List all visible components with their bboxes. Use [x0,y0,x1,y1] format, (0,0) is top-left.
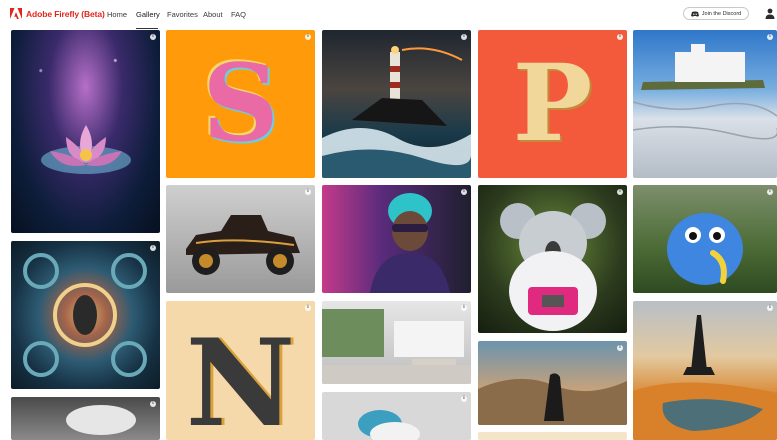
nav-favorites-link[interactable]: Favorites [167,10,198,19]
adobe-logo-icon[interactable] [10,8,22,19]
nav-gallery-link[interactable]: Gallery [136,10,160,19]
gallery-item-clouds[interactable]: i [11,397,160,440]
gallery-item-eiffel-desert[interactable]: i [633,301,777,440]
info-icon[interactable]: i [617,345,623,351]
info-icon[interactable]: i [461,396,467,402]
koala-image [500,203,606,331]
info-icon[interactable]: i [617,189,623,195]
top-navigation-bar: Adobe Firefly (Beta) Home Gallery Favori… [0,0,777,29]
info-icon[interactable]: i [150,34,156,40]
gallery-item-lotus[interactable]: i [11,30,160,233]
discord-icon [690,11,699,16]
info-icon[interactable]: i [767,189,773,195]
info-icon[interactable]: i [150,401,156,407]
nav-home-link[interactable]: Home [107,10,127,19]
info-icon[interactable]: i [150,245,156,251]
join-discord-label: Join the Discord [701,10,742,17]
figure-image [478,373,627,425]
lotus-image [41,125,131,174]
gallery-item-blue-hair-sculpture[interactable]: i [322,392,471,440]
dripping-letter-image: N [185,313,296,440]
creature-image [667,213,743,285]
user-account-icon[interactable] [765,8,775,19]
gallery-item-partial[interactable] [478,432,627,440]
gallery-item-dripping-letter-n[interactable]: N i [166,301,315,440]
info-icon[interactable]: i [767,34,773,40]
lighthouse-image [322,46,471,178]
nav-about-link[interactable]: About [203,10,223,19]
active-tab-indicator [136,28,158,29]
gallery-item-salt-flat-building[interactable]: i [633,30,777,178]
gallery-item-fractal[interactable]: i [11,241,160,389]
building-image [633,44,777,140]
gallery-item-cloaked-figure[interactable]: i [478,341,627,425]
interior-image [322,309,471,384]
info-icon[interactable]: i [767,305,773,311]
info-icon[interactable]: i [461,305,467,311]
gallery-item-koala-astronaut[interactable]: i [478,185,627,333]
gallery-item-yarn-letter-s[interactable]: S i [166,30,315,178]
app-title[interactable]: Adobe Firefly (Beta) [26,9,105,19]
gallery-item-modern-interior[interactable]: i [322,301,471,384]
gallery-item-headphones-man[interactable]: i [322,185,471,293]
info-icon[interactable]: i [617,34,623,40]
fractal-image [23,253,147,377]
info-icon[interactable]: i [461,189,467,195]
gallery-item-popcorn-letter-p[interactable]: P i [478,30,627,178]
popcorn-letter-image: P [512,40,593,165]
eiffel-image [633,315,777,440]
car-image [186,215,300,275]
info-icon[interactable]: i [305,34,311,40]
info-icon[interactable]: i [461,34,467,40]
yarn-letter-image: S [202,40,279,165]
portrait-image [370,193,450,293]
info-icon[interactable]: i [305,189,311,195]
gallery-item-vintage-car[interactable]: i [166,185,315,293]
join-discord-button[interactable]: Join the Discord [683,7,749,20]
nav-faq-link[interactable]: FAQ [231,10,246,19]
gallery-item-lighthouse[interactable]: i [322,30,471,178]
gallery-item-blue-creature[interactable]: i [633,185,777,293]
info-icon[interactable]: i [305,305,311,311]
